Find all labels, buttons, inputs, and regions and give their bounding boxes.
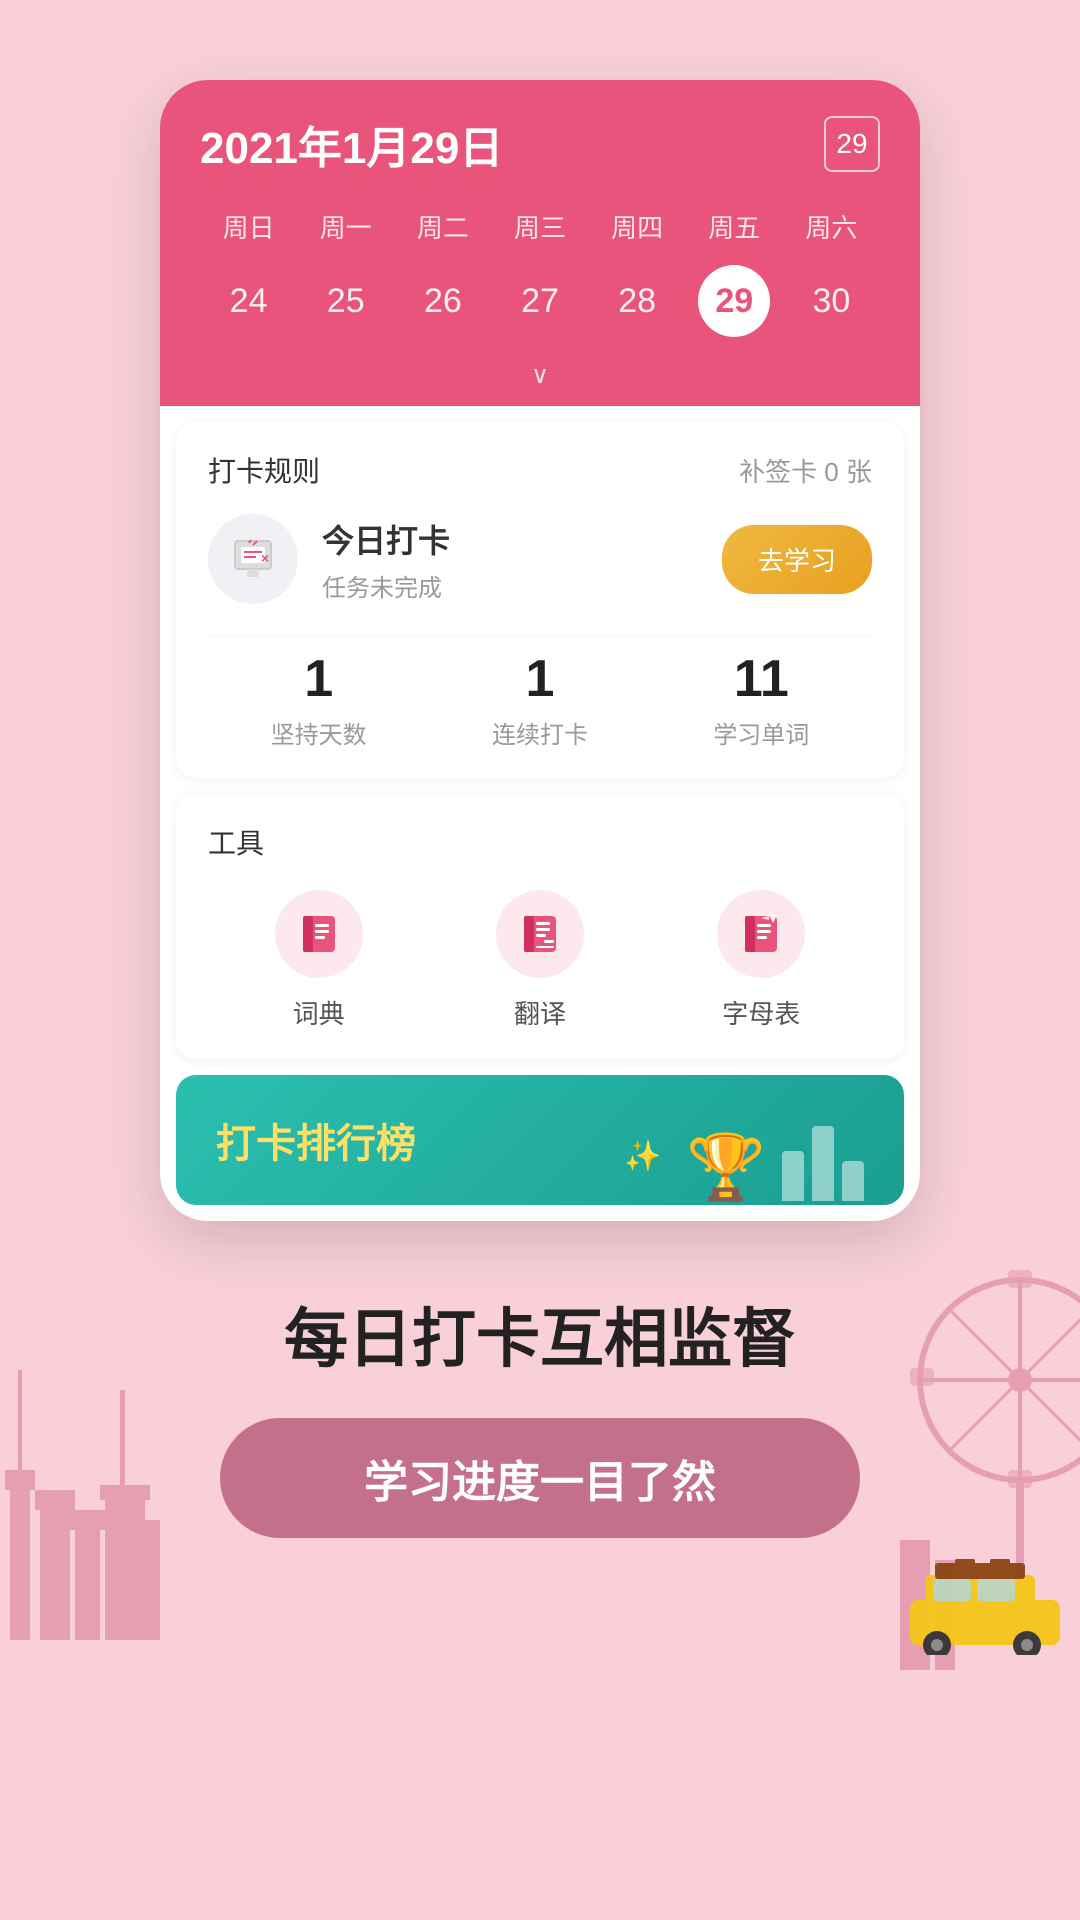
stat-persist-number: 1: [271, 653, 367, 705]
punch-info: 今日打卡 任务未完成: [322, 516, 722, 603]
tools-grid: 词典 翻译: [208, 890, 872, 1031]
weekday-sun: 周日: [200, 200, 297, 253]
stat-words: 11 学习单词: [713, 653, 809, 750]
calendar-header: 2021年1月29日 29 周日 周一 周二 周三 周四 周五 周六 24 25…: [160, 80, 920, 406]
tools-section: 工具 词典: [176, 794, 904, 1059]
study-button[interactable]: 去学习: [722, 525, 872, 594]
day-27[interactable]: 27: [491, 265, 588, 337]
tool-dictionary-icon: [275, 890, 363, 978]
day-30[interactable]: 30: [783, 265, 880, 337]
bar-chart: [782, 1126, 864, 1201]
stat-consecutive-number: 1: [492, 653, 588, 705]
calendar-date-title: 2021年1月29日: [200, 112, 503, 176]
main-tagline: 每日打卡互相监督: [220, 1301, 860, 1378]
day-28[interactable]: 28: [589, 265, 686, 337]
weekday-thu: 周四: [589, 200, 686, 253]
stat-consecutive-label: 连续打卡: [492, 715, 588, 750]
tool-alphabet-icon: [717, 890, 805, 978]
bar-3: [842, 1161, 864, 1201]
stat-persist-days: 1 坚持天数: [271, 653, 367, 750]
punch-card-title: 打卡规则: [208, 450, 320, 490]
day-29-active[interactable]: 29: [698, 265, 770, 337]
supplement-card-label: 补签卡 0 张: [739, 452, 872, 489]
day-26[interactable]: 26: [394, 265, 491, 337]
today-punch-row: × 今日打卡 任务未完成 去学习: [208, 514, 872, 604]
calendar-days: 24 25 26 27 28 29 30: [200, 265, 880, 349]
cta-button[interactable]: 学习进度一目了然: [220, 1418, 860, 1538]
bar-1: [782, 1151, 804, 1201]
ranking-text: 打卡排行榜: [216, 1111, 416, 1169]
day-25[interactable]: 25: [297, 265, 394, 337]
ranking-banner[interactable]: 打卡排行榜 🏆 ✨: [176, 1075, 904, 1205]
trophy-area: 🏆 ✨: [686, 1126, 864, 1205]
bar-2: [812, 1126, 834, 1201]
punch-card-section: 打卡规则 补签卡 0 张 ×: [176, 422, 904, 778]
tool-translate-label: 翻译: [514, 994, 566, 1031]
svg-text:×: ×: [261, 550, 269, 566]
calendar-expand[interactable]: ∨: [200, 349, 880, 406]
stat-words-label: 学习单词: [713, 715, 809, 750]
stat-words-number: 11: [713, 653, 809, 705]
weekday-fri: 周五: [686, 200, 783, 253]
bottom-section: 每日打卡互相监督 学习进度一目了然: [180, 1281, 900, 1578]
tool-alphabet-label: 字母表: [722, 994, 800, 1031]
tool-alphabet[interactable]: 字母表: [717, 890, 805, 1031]
tool-translate[interactable]: 翻译: [496, 890, 584, 1031]
punch-icon: ×: [208, 514, 298, 604]
punch-status: 任务未完成: [322, 568, 722, 603]
stat-consecutive: 1 连续打卡: [492, 653, 588, 750]
svg-text:✨: ✨: [624, 1139, 661, 1173]
tool-translate-icon: [496, 890, 584, 978]
sparkle-icon: ✨: [624, 1136, 664, 1176]
weekday-wed: 周三: [491, 200, 588, 253]
tool-dictionary[interactable]: 词典: [275, 890, 363, 1031]
weekday-tue: 周二: [394, 200, 491, 253]
trophy-icon: 🏆: [686, 1130, 766, 1205]
day-24[interactable]: 24: [200, 265, 297, 337]
punch-name: 今日打卡: [322, 516, 722, 562]
stats-row: 1 坚持天数 1 连续打卡 11 学习单词: [208, 636, 872, 750]
tool-dictionary-label: 词典: [293, 994, 345, 1031]
expand-arrow-icon: ∨: [531, 362, 549, 389]
tools-title: 工具: [208, 822, 872, 862]
calendar-icon[interactable]: 29: [824, 116, 880, 172]
stat-persist-label: 坚持天数: [271, 715, 367, 750]
weekday-sat: 周六: [783, 200, 880, 253]
phone-card: 2021年1月29日 29 周日 周一 周二 周三 周四 周五 周六 24 25…: [160, 80, 920, 1221]
weekday-mon: 周一: [297, 200, 394, 253]
calendar-weekdays: 周日 周一 周二 周三 周四 周五 周六: [200, 200, 880, 253]
